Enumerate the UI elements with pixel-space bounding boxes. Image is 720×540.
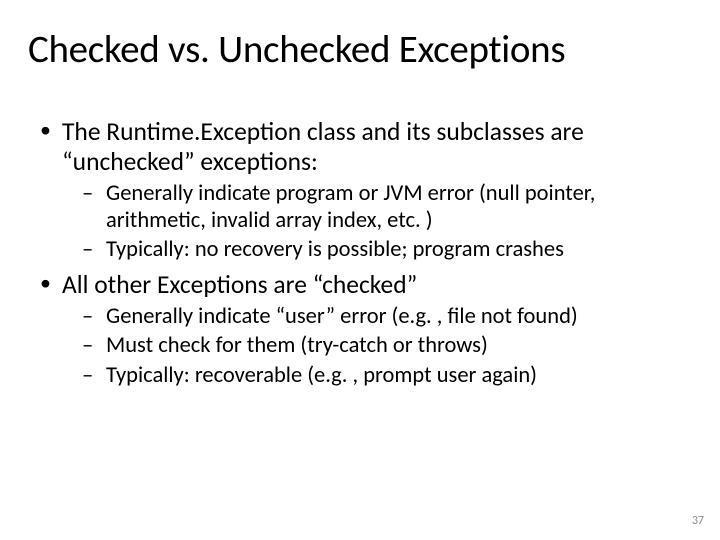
bullet-item: The Runtime.Exception class and its subc…: [36, 117, 684, 264]
sub-bullet-text: Typically: no recovery is possible; prog…: [106, 236, 564, 263]
slide: Checked vs. Unchecked Exceptions The Run…: [0, 0, 720, 540]
bullet-text: The Runtime.Exception class and its subc…: [62, 116, 584, 177]
slide-body: The Runtime.Exception class and its subc…: [36, 117, 684, 390]
sub-bullet-text: Typically: recoverable (e.g. , prompt us…: [106, 362, 537, 389]
sub-bullet-item: Generally indicate program or JVM error …: [80, 181, 684, 234]
bullet-list: The Runtime.Exception class and its subc…: [36, 117, 684, 390]
sub-bullet-list: Generally indicate program or JVM error …: [62, 181, 684, 264]
page-number: 37: [692, 514, 704, 528]
bullet-item: All other Exceptions are “checked” Gener…: [36, 270, 684, 390]
bullet-text: All other Exceptions are “checked”: [62, 269, 417, 300]
sub-bullet-item: Must check for them (try-catch or throws…: [80, 333, 684, 360]
sub-bullet-list: Generally indicate “user” error (e.g. , …: [62, 304, 684, 390]
sub-bullet-text: Generally indicate “user” error (e.g. , …: [106, 303, 578, 330]
sub-bullet-item: Typically: no recovery is possible; prog…: [80, 237, 684, 264]
sub-bullet-text: Must check for them (try-catch or throws…: [106, 332, 488, 359]
slide-title: Checked vs. Unchecked Exceptions: [28, 26, 684, 73]
sub-bullet-item: Typically: recoverable (e.g. , prompt us…: [80, 363, 684, 390]
sub-bullet-item: Generally indicate “user” error (e.g. , …: [80, 304, 684, 331]
sub-bullet-text: Generally indicate program or JVM error …: [106, 180, 595, 234]
